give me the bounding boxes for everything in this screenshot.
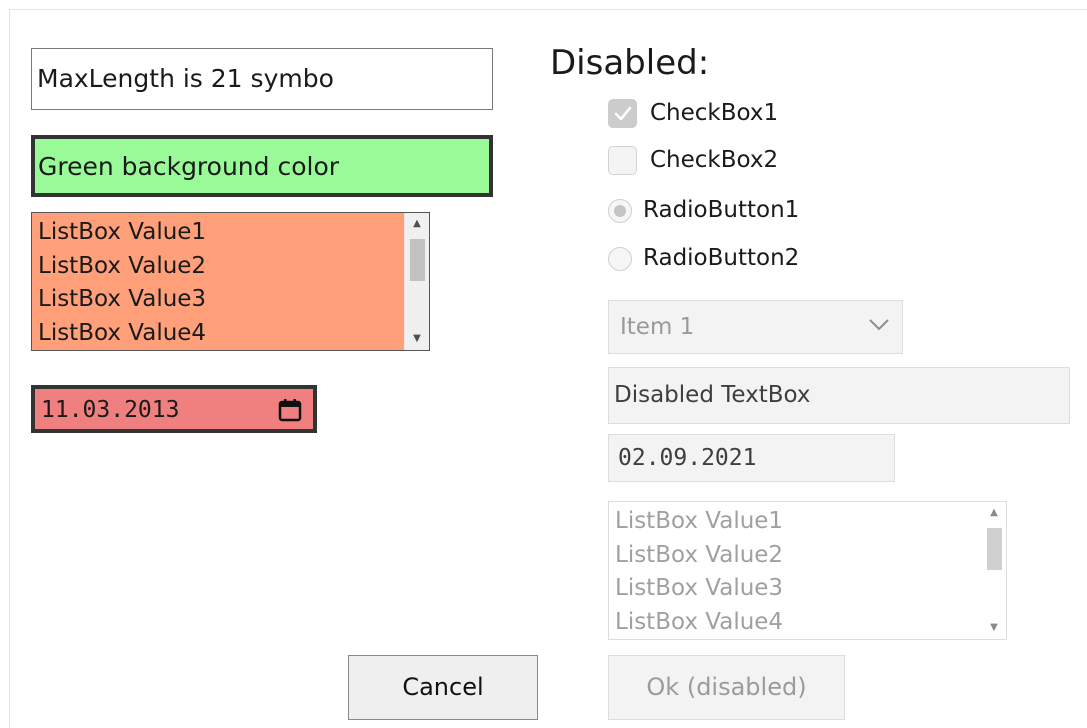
listbox-scrollbar[interactable]: ▲ ▼	[404, 213, 429, 350]
radiobutton1[interactable]	[608, 199, 632, 223]
disabled-combobox[interactable]: Item 1	[608, 300, 903, 354]
checkbox2-label: CheckBox2	[650, 147, 779, 173]
scroll-up-arrow-icon[interactable]: ▲	[405, 213, 429, 235]
calendar-icon[interactable]	[277, 397, 303, 423]
listbox-items: ListBox Value1 ListBox Value2 ListBox Va…	[38, 216, 403, 350]
ok-disabled-button[interactable]: Ok (disabled)	[608, 655, 845, 720]
green-background-textbox[interactable]: Green background color	[31, 135, 493, 197]
list-item[interactable]: ListBox Value4	[615, 606, 980, 640]
combobox-value: Item 1	[620, 314, 695, 340]
list-item[interactable]: ListBox Value1	[38, 216, 403, 250]
list-item[interactable]: ListBox Value3	[615, 572, 980, 606]
list-item[interactable]: ListBox Value1	[615, 505, 980, 539]
disabled-listbox-items: ListBox Value1 ListBox Value2 ListBox Va…	[615, 505, 980, 639]
list-item[interactable]: ListBox Value3	[38, 283, 403, 317]
checkmark-icon	[614, 106, 632, 121]
checkbox2[interactable]	[608, 146, 637, 175]
scrollbar-thumb[interactable]	[410, 239, 425, 281]
list-item[interactable]: ListBox Value4	[38, 317, 403, 351]
chevron-down-icon	[869, 319, 889, 331]
disabled-textbox[interactable]: Disabled TextBox	[608, 367, 1070, 424]
disabled-section-title: Disabled:	[550, 43, 710, 83]
scrollbar-thumb[interactable]	[987, 528, 1002, 570]
radiobutton2-label: RadioButton2	[643, 245, 800, 271]
cancel-button[interactable]: Cancel	[348, 655, 538, 720]
radio-selected-dot	[614, 205, 626, 217]
list-item[interactable]: ListBox Value2	[38, 250, 403, 284]
date-value: 11.03.2013	[41, 397, 180, 423]
maxlength-textbox[interactable]: MaxLength is 21 symbo	[31, 48, 493, 110]
checkbox1-label: CheckBox1	[650, 100, 779, 126]
listbox[interactable]: ListBox Value1 ListBox Value2 ListBox Va…	[31, 212, 430, 351]
disabled-listbox-scrollbar[interactable]: ▲ ▼	[982, 502, 1006, 639]
window-top-edge	[0, 0, 1087, 10]
scroll-up-arrow-icon[interactable]: ▲	[982, 502, 1006, 524]
date-picker[interactable]: 11.03.2013	[31, 385, 317, 433]
disabled-date-field[interactable]: 02.09.2021	[608, 434, 895, 482]
radiobutton1-label: RadioButton1	[643, 197, 800, 223]
checkbox1[interactable]	[608, 99, 637, 128]
scroll-down-arrow-icon[interactable]: ▼	[982, 617, 1006, 639]
list-item[interactable]: ListBox Value2	[615, 539, 980, 573]
disabled-listbox[interactable]: ListBox Value1 ListBox Value2 ListBox Va…	[608, 501, 1007, 640]
radiobutton2[interactable]	[608, 247, 632, 271]
window-left-edge	[0, 9, 10, 728]
scroll-down-arrow-icon[interactable]: ▼	[405, 328, 429, 350]
